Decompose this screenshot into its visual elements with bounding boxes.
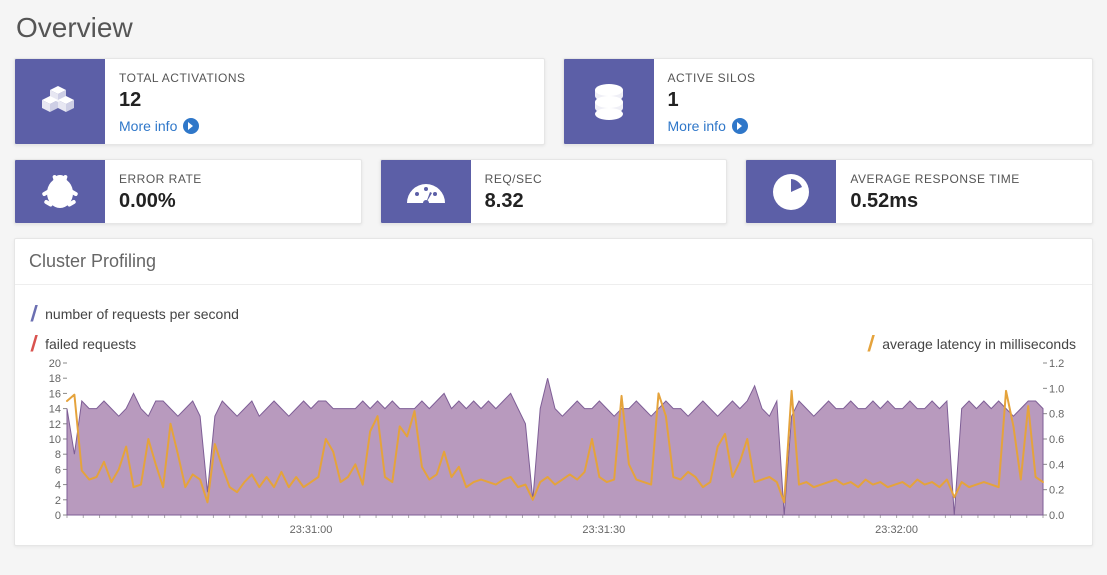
svg-text:0.6: 0.6 xyxy=(1049,434,1064,446)
svg-text:23:32:00: 23:32:00 xyxy=(875,524,918,536)
more-info-text: More info xyxy=(119,118,177,134)
svg-text:0.4: 0.4 xyxy=(1049,459,1064,471)
svg-text:14: 14 xyxy=(49,404,61,416)
svg-text:0.2: 0.2 xyxy=(1049,485,1064,497)
legend-label: average latency in milliseconds xyxy=(882,336,1076,352)
card-label: REQ/SEC xyxy=(485,172,713,186)
card-total-activations: TOTAL ACTIVATIONS 12 More info xyxy=(14,58,545,145)
svg-text:0: 0 xyxy=(55,510,61,522)
card-req-sec: REQ/SEC 8.32 xyxy=(380,159,728,224)
failed-mark-icon: / xyxy=(30,333,38,355)
cluster-profiling-panel: Cluster Profiling / number of requests p… xyxy=(14,238,1093,546)
card-label: AVERAGE RESPONSE TIME xyxy=(850,172,1078,186)
legend-failed: / failed requests xyxy=(25,333,136,355)
card-active-silos: ACTIVE SILOS 1 More info xyxy=(563,58,1094,145)
more-info-link[interactable]: More info xyxy=(119,118,530,134)
svg-text:1.0: 1.0 xyxy=(1049,383,1064,395)
svg-text:16: 16 xyxy=(49,388,61,400)
cards-row-top: TOTAL ACTIVATIONS 12 More info xyxy=(14,58,1093,145)
legend-latency: / average latency in milliseconds xyxy=(862,333,1082,355)
svg-text:0.0: 0.0 xyxy=(1049,510,1064,522)
clock-icon xyxy=(746,160,836,223)
arrow-right-icon xyxy=(183,118,199,134)
card-label: ERROR RATE xyxy=(119,172,347,186)
latency-mark-icon: / xyxy=(867,333,875,355)
cards-row-bottom: ERROR RATE 0.00% REQ/SEC 8.32 xyxy=(14,159,1093,224)
svg-text:10: 10 xyxy=(49,434,61,446)
svg-text:0.8: 0.8 xyxy=(1049,409,1064,421)
page-title: Overview xyxy=(16,12,1093,44)
legend-label: number of requests per second xyxy=(45,306,239,322)
arrow-right-icon xyxy=(732,118,748,134)
card-value: 8.32 xyxy=(485,190,713,213)
cluster-chart: 0 2 4 6 8 10 12 14 16 18 20 0.0 0.2 0.4 0.6 0.8 1.0 1.2 23… xyxy=(25,359,1082,539)
svg-text:1.2: 1.2 xyxy=(1049,359,1064,370)
card-value: 12 xyxy=(119,89,530,112)
error-icon xyxy=(15,160,105,223)
svg-text:4: 4 xyxy=(55,480,61,492)
more-info-link[interactable]: More info xyxy=(668,118,1079,134)
svg-text:20: 20 xyxy=(49,359,61,370)
svg-text:8: 8 xyxy=(55,449,61,461)
more-info-text: More info xyxy=(668,118,726,134)
card-value: 0.52ms xyxy=(850,190,1078,213)
card-label: TOTAL ACTIVATIONS xyxy=(119,71,530,85)
svg-text:2: 2 xyxy=(55,495,61,507)
card-label: ACTIVE SILOS xyxy=(668,71,1079,85)
gauge-icon xyxy=(381,160,471,223)
panel-title: Cluster Profiling xyxy=(15,239,1092,285)
svg-text:12: 12 xyxy=(49,419,61,431)
requests-mark-icon: / xyxy=(30,303,38,325)
card-value: 1 xyxy=(668,89,1079,112)
activations-icon xyxy=(15,59,105,144)
svg-text:23:31:30: 23:31:30 xyxy=(582,524,625,536)
svg-text:18: 18 xyxy=(49,373,61,385)
silos-icon xyxy=(564,59,654,144)
legend-label: failed requests xyxy=(45,336,136,352)
svg-text:6: 6 xyxy=(55,464,61,476)
svg-text:23:31:00: 23:31:00 xyxy=(290,524,333,536)
card-avg-response: AVERAGE RESPONSE TIME 0.52ms xyxy=(745,159,1093,224)
card-value: 0.00% xyxy=(119,190,347,213)
legend-requests: / number of requests per second xyxy=(25,303,1082,325)
chart-svg: 0 2 4 6 8 10 12 14 16 18 20 0.0 0.2 0.4 0.6 0.8 1.0 1.2 23… xyxy=(25,359,1085,539)
card-error-rate: ERROR RATE 0.00% xyxy=(14,159,362,224)
